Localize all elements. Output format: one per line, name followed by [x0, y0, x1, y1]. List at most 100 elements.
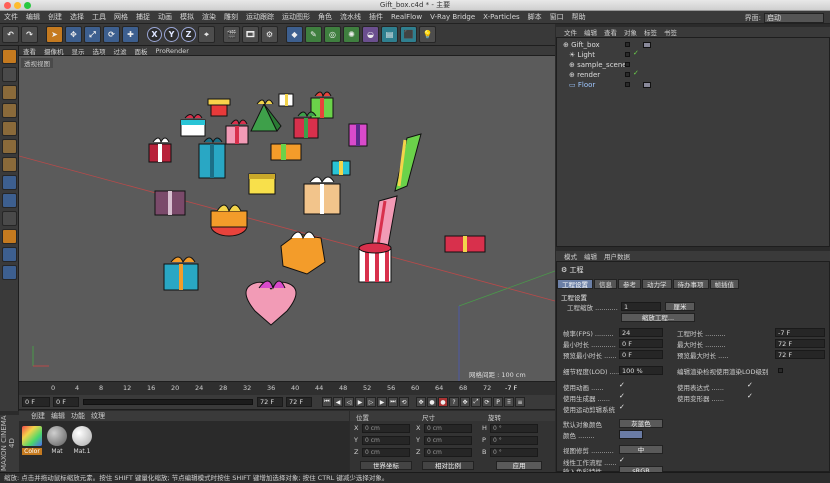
close-window-button[interactable] [4, 2, 11, 9]
rotate-tool-icon[interactable]: ⟳ [103, 26, 120, 43]
grid-icon[interactable] [2, 247, 17, 262]
live-selection-icon[interactable]: ➤ [46, 26, 63, 43]
project-time-field[interactable]: -7 F [775, 328, 825, 337]
timeline-menu-icon[interactable]: ≡ [515, 397, 525, 407]
menu-realflow[interactable]: RealFlow [387, 11, 426, 24]
menu-file[interactable]: 文件 [0, 11, 22, 24]
material-color[interactable]: Color [21, 426, 43, 455]
polygons-mode-icon[interactable] [2, 139, 17, 154]
preview-min-field[interactable]: 0 F [619, 350, 663, 359]
tag-icon[interactable] [643, 42, 651, 48]
recent-tool-icon[interactable]: ✚ [122, 26, 139, 43]
use-generators-check-icon[interactable]: ✓ [619, 392, 625, 400]
move-key-icon[interactable]: ✥ [416, 397, 426, 407]
render-lod-checkbox[interactable] [778, 368, 783, 373]
position-x-field[interactable]: 0 cm [362, 424, 410, 433]
menu-select[interactable]: 选择 [66, 11, 88, 24]
undo-icon[interactable]: ↶ [2, 26, 19, 43]
menu-mograph[interactable]: 运动图形 [278, 11, 314, 24]
object-row-light[interactable]: ☀ Light [569, 50, 595, 60]
menu-tools[interactable]: 工具 [88, 11, 110, 24]
menu-pipeline[interactable]: 流水线 [336, 11, 365, 24]
visibility-toggle[interactable] [625, 52, 630, 57]
coordinate-mode-dropdown[interactable]: 世界坐标 [360, 461, 412, 470]
end-frame-field[interactable]: 72 F [257, 397, 283, 407]
points-mode-icon[interactable] [2, 103, 17, 118]
fps-field[interactable]: 24 [619, 328, 663, 337]
rotation-b-field[interactable]: 0 ° [490, 448, 538, 457]
rotation-p-field[interactable]: 0 ° [490, 436, 538, 445]
time-slider[interactable] [83, 399, 253, 405]
material-menu-create[interactable]: 创建 [31, 411, 45, 421]
object-row-gift-box[interactable]: ⊕ Gift_box [563, 40, 600, 50]
cube-object-icon[interactable]: ◆ [286, 26, 303, 43]
rotation-key-icon[interactable]: ⟳ [482, 397, 492, 407]
subdivision-icon[interactable]: ◎ [324, 26, 341, 43]
min-time-field[interactable]: 0 F [619, 339, 663, 348]
use-deformers-check-icon[interactable]: ✓ [747, 392, 753, 400]
next-frame-icon[interactable]: ▷ [366, 397, 376, 407]
floor-environment-icon[interactable]: ▤ [381, 26, 398, 43]
minimize-window-button[interactable] [14, 2, 21, 9]
material-menu-edit[interactable]: 编辑 [51, 411, 65, 421]
material-menu-function[interactable]: 功能 [71, 411, 85, 421]
size-y-field[interactable]: 0 cm [424, 436, 472, 445]
previous-key-icon[interactable]: ◀ [333, 397, 343, 407]
tab-key-interpolation[interactable]: 帧插值 [709, 279, 739, 289]
render-settings-icon[interactable]: ⚙ [261, 26, 278, 43]
menu-mesh[interactable]: 网格 [110, 11, 132, 24]
preview-max-field[interactable]: 72 F [775, 350, 825, 359]
size-mode-dropdown[interactable]: 相对比例 [422, 461, 474, 470]
default-color-dropdown[interactable]: 灰蓝色 [619, 419, 663, 428]
menu-render[interactable]: 渲染 [198, 11, 220, 24]
deformer-icon[interactable]: ◒ [362, 26, 379, 43]
layout-dropdown[interactable]: 启动 [764, 12, 824, 23]
scale-project-button[interactable]: 缩放工程... [621, 313, 695, 322]
object-row-floor[interactable]: ▭ Floor [569, 80, 595, 90]
enabled-check-icon[interactable]: ✓ [633, 49, 639, 57]
go-to-start-icon[interactable]: ⏮ [322, 397, 332, 407]
visibility-toggle[interactable] [625, 72, 630, 77]
object-row-render[interactable]: ⊕ render [569, 70, 600, 80]
lock-workplane-icon[interactable] [2, 211, 17, 226]
model-mode-icon[interactable] [2, 49, 17, 64]
visibility-toggle[interactable] [625, 62, 630, 67]
objects-menu-file[interactable]: 文件 [564, 27, 577, 37]
render-view-icon[interactable]: 🎬 [223, 26, 240, 43]
parameter-key-icon[interactable]: P [493, 397, 503, 407]
viewport-menu-filter[interactable]: 过滤 [114, 46, 127, 56]
light-icon[interactable]: 💡 [419, 26, 436, 43]
viewport-menu-panel[interactable]: 面板 [135, 46, 148, 56]
visibility-toggle[interactable] [625, 82, 630, 87]
y-axis-lock-icon[interactable]: Y [164, 27, 179, 42]
project-scale-field[interactable]: 1 [621, 302, 661, 311]
redo-icon[interactable]: ↷ [21, 26, 38, 43]
tab-todo[interactable]: 待办事项 [672, 279, 709, 289]
menu-vray-bridge[interactable]: V-Ray Bridge [426, 11, 479, 24]
use-expressions-check-icon[interactable]: ✓ [747, 381, 753, 389]
solo-icon[interactable] [2, 229, 17, 244]
key-selection-icon[interactable]: ? [449, 397, 459, 407]
z-axis-lock-icon[interactable]: Z [181, 27, 196, 42]
point-level-icon[interactable]: ⠿ [504, 397, 514, 407]
edges-mode-icon[interactable] [2, 121, 17, 136]
material-mat-1[interactable]: Mat.1 [71, 426, 93, 455]
tab-project-settings[interactable]: 工程设置 [557, 279, 593, 289]
viewport-menu-prorender[interactable]: ProRender [156, 47, 189, 55]
camera-icon[interactable]: ⬛ [400, 26, 417, 43]
autokey-icon[interactable]: ● [438, 397, 448, 407]
array-generator-icon[interactable]: ✺ [343, 26, 360, 43]
layer-icon[interactable] [2, 265, 17, 280]
apply-button[interactable]: 应用 [496, 461, 542, 470]
menu-create[interactable]: 创建 [44, 11, 66, 24]
menu-animate[interactable]: 动画 [154, 11, 176, 24]
viewport-menu-options[interactable]: 选项 [93, 46, 106, 56]
material-mat[interactable]: Mat [46, 426, 68, 455]
object-row-sample-scenes[interactable]: ⊕ sample_scenes [569, 60, 630, 70]
record-icon[interactable]: ● [427, 397, 437, 407]
perspective-viewport[interactable]: 透视视图 网格间距 : 100 cm [19, 56, 555, 381]
axis-mode-icon[interactable] [2, 157, 17, 172]
menu-motion-tracking[interactable]: 运动跟踪 [242, 11, 278, 24]
view-clipping-dropdown[interactable]: 中 [619, 445, 663, 454]
coordinate-system-icon[interactable]: ⌖ [198, 26, 215, 43]
